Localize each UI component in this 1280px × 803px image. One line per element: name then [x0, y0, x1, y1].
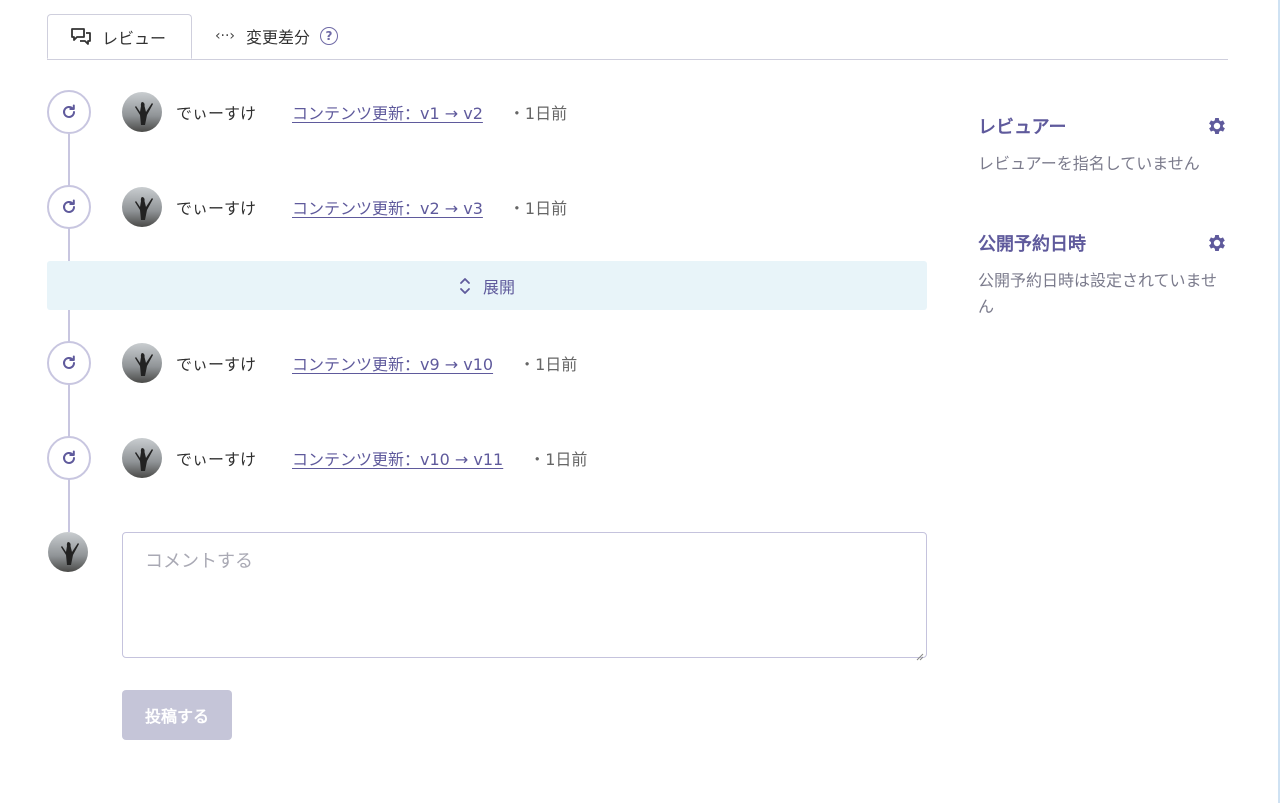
schedule-section: 公開予約日時 公開予約日時は設定されていません	[978, 230, 1228, 320]
help-icon[interactable]: ?	[320, 27, 339, 45]
version-link[interactable]: コンテンツ更新：v2 → v3	[292, 195, 483, 219]
reviewers-section: レビュアー レビュアーを指名していません	[978, 113, 1228, 177]
gear-icon[interactable]	[1206, 115, 1228, 137]
tab-review-label: レビュー	[102, 28, 167, 48]
comments-icon	[70, 26, 92, 48]
tab-diff[interactable]: ‹··› 変更差分 ?	[210, 14, 339, 58]
resize-handle-icon[interactable]	[914, 645, 924, 661]
tab-diff-label: 変更差分	[246, 28, 311, 47]
expand-label: 展開	[482, 277, 515, 297]
code-diff-icon: ‹··›	[214, 28, 236, 44]
refresh-icon	[47, 90, 91, 134]
avatar	[122, 438, 162, 478]
version-link[interactable]: コンテンツ更新：v9 → v10	[292, 351, 493, 375]
user-name: でぃーすけ	[176, 355, 257, 374]
gear-icon[interactable]	[1206, 232, 1228, 254]
timeline-item: でぃーすけ コンテンツ更新：v2 → v3 ・1日前	[47, 185, 567, 229]
avatar	[122, 187, 162, 227]
refresh-icon	[47, 341, 91, 385]
timestamp: ・1日前	[508, 199, 568, 218]
timeline-item: でぃーすけ コンテンツ更新：v1 → v2 ・1日前	[47, 90, 567, 134]
refresh-icon	[47, 185, 91, 229]
timeline-item: でぃーすけ コンテンツ更新：v9 → v10 ・1日前	[47, 341, 577, 385]
user-name: でぃーすけ	[176, 450, 257, 469]
timestamp: ・1日前	[529, 450, 588, 469]
timestamp: ・1日前	[508, 104, 568, 123]
expand-button[interactable]: 展開	[47, 261, 927, 310]
version-link[interactable]: コンテンツ更新：v1 → v2	[292, 100, 483, 124]
refresh-icon	[47, 436, 91, 480]
comment-placeholder: コメントする	[145, 551, 253, 572]
tab-bar: レビュー ‹··› 変更差分 ?	[47, 14, 1228, 60]
avatar	[122, 343, 162, 383]
user-name: でぃーすけ	[176, 199, 257, 218]
tab-review[interactable]: レビュー	[47, 14, 192, 59]
reviewers-title: レビュアー	[978, 117, 1067, 138]
user-name: でぃーすけ	[176, 104, 257, 123]
chevron-up-down-icon	[459, 277, 471, 295]
schedule-empty-text: 公開予約日時は設定されていません	[978, 271, 1218, 316]
submit-button[interactable]: 投稿する	[122, 690, 232, 740]
reviewers-empty-text: レビュアーを指名していません	[978, 154, 1200, 173]
schedule-title: 公開予約日時	[978, 234, 1086, 255]
comment-input[interactable]: コメントする	[122, 532, 927, 661]
timeline-item: でぃーすけ コンテンツ更新：v10 → v11 ・1日前	[47, 436, 587, 480]
timestamp: ・1日前	[519, 355, 578, 374]
version-link[interactable]: コンテンツ更新：v10 → v11	[292, 446, 503, 470]
current-user-avatar	[48, 532, 88, 572]
avatar	[122, 92, 162, 132]
